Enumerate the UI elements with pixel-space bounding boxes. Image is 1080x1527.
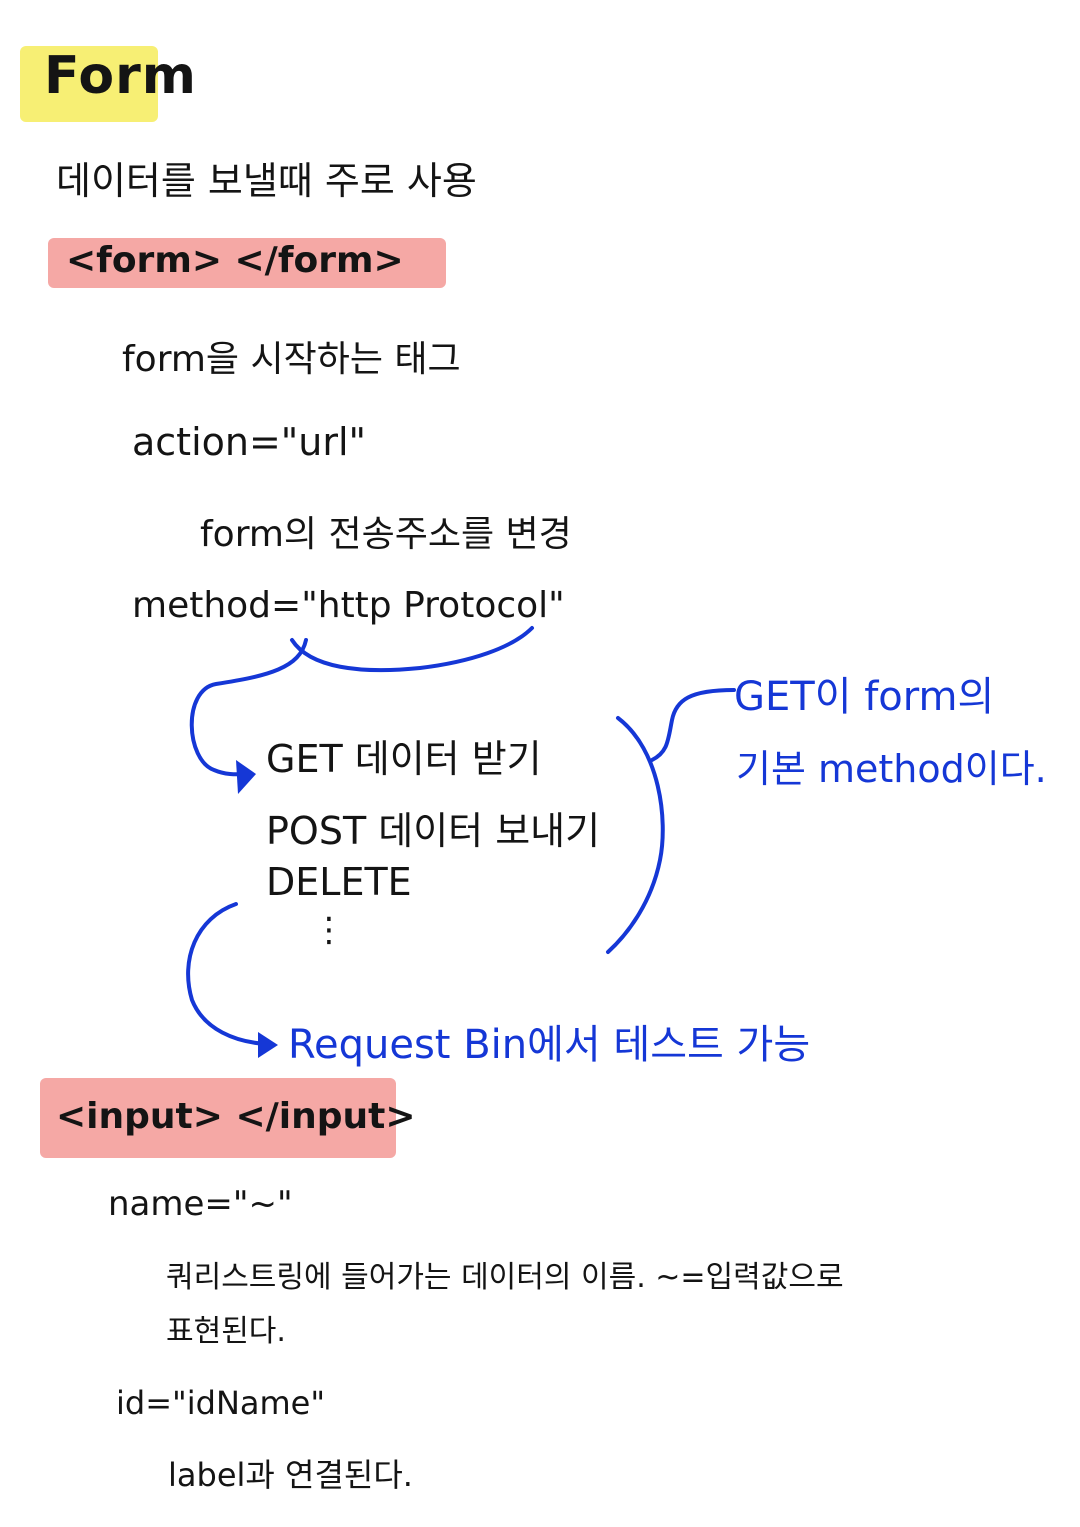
note-get-default-line2: 기본 method이다. [736,747,1047,791]
form-description: form을 시작하는 태그 [122,339,461,380]
method-delete: DELETE [266,860,412,904]
protocol-underline-stroke [290,626,534,673]
method-more-ellipsis: ⋮ [312,910,346,950]
method-attribute: method="http Protocol" [132,585,565,626]
form-tag-label: <form> </form> [66,240,404,281]
input-tag-label: <input> </input> [56,1096,416,1137]
arrowhead-request-bin [258,1032,278,1058]
page-title: Form [44,46,197,106]
note-page: { "colors": { "ink": "#141414", "blue": … [0,0,1080,1527]
action-attribute: action="url" [132,420,367,464]
id-attribute: id="idName" [116,1384,326,1422]
intro-line: 데이터를 보낼때 주로 사용 [56,159,477,203]
name-description-line1: 쿼리스트링에 들어가는 데이터의 이름. ~=입력값으로 [166,1260,844,1295]
action-description: form의 전송주소를 변경 [200,514,572,555]
name-description-line2: 표현된다. [166,1314,286,1349]
method-post: POST 데이터 보내기 [266,809,601,853]
note-get-default-line1: GET이 form의 [734,674,995,720]
name-attribute: name="~" [108,1184,293,1224]
arrowhead-get [236,760,256,794]
note-hook-stroke [650,688,736,762]
note-request-bin: Request Bin에서 테스트 가능 [288,1022,811,1068]
bracket-to-note-stroke [606,716,665,954]
arrow-to-request-bin-stroke [186,902,268,1046]
method-get: GET 데이터 받기 [266,737,542,781]
id-description: label과 연결된다. [168,1456,413,1494]
